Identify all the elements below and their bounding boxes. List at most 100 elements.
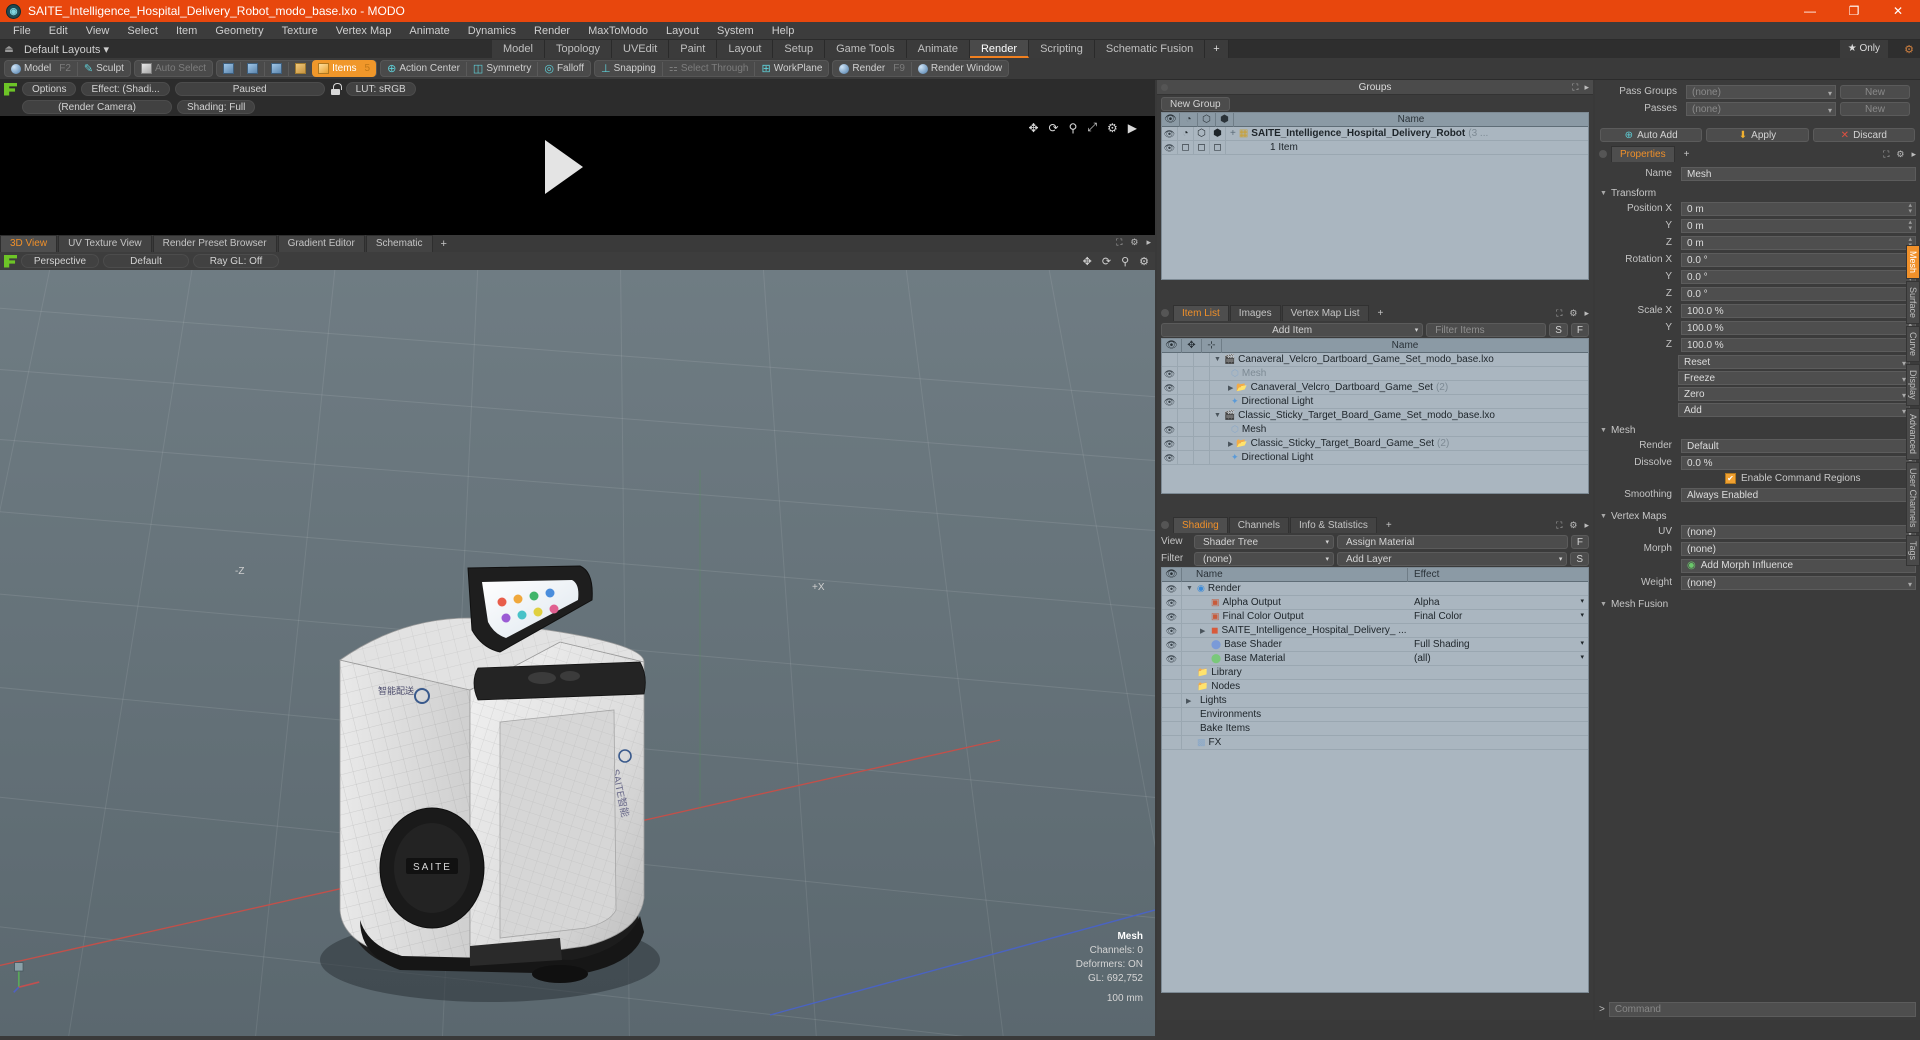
shading-row[interactable]: 👁 ▼ ◉ Render (1162, 581, 1588, 596)
panel-dot-icon[interactable] (1161, 83, 1168, 91)
shade-icon[interactable]: ⬡ (1194, 126, 1210, 141)
arrow-icon[interactable]: ▸ (1146, 237, 1151, 248)
side-tab-curve[interactable]: Curve (1906, 326, 1920, 363)
item-list-row[interactable]: 👁 ▶ 📂 Classic_Sticky_Target_Board_Game_Set(… (1162, 436, 1588, 451)
name-field[interactable]: Mesh (1681, 166, 1916, 181)
assign-material-button[interactable]: Assign Material (1337, 534, 1568, 549)
item-list-row[interactable]: 👁 ⬡ Mesh (1162, 366, 1588, 381)
panel-dot-icon[interactable] (1599, 150, 1607, 158)
falloff-button[interactable]: ◎ Falloff (538, 60, 590, 77)
timeline[interactable]: 0122436486072849610812013214415616818019… (0, 1036, 1155, 1040)
fit-icon[interactable]: ⤢ (1087, 120, 1097, 135)
mesh-dissolve-field[interactable]: 0.0 %▴▾ (1681, 455, 1916, 470)
expander-icon[interactable]: ▶ (1200, 627, 1208, 635)
enable-command-regions-row[interactable]: ✔ Enable Command Regions (1595, 471, 1920, 486)
arrow-icon[interactable]: ▸ (1911, 149, 1916, 160)
shading-row[interactable]: 👁 ⬤ Base Shader Full Shading ▾ (1162, 637, 1588, 652)
move-icon[interactable] (1178, 353, 1194, 367)
expander-icon[interactable]: ▶ (1228, 440, 1233, 448)
eye-icon[interactable] (1162, 721, 1182, 736)
menu-maxtomodo[interactable]: MaxToModo (579, 22, 657, 40)
shading-dropdown[interactable]: Shading: Full (177, 100, 256, 114)
maximize-icon[interactable]: ⛶ (1556, 308, 1562, 319)
item-list-row[interactable]: ▼ 🎬 Classic_Sticky_Target_Board_Game_Set_m… (1162, 408, 1588, 423)
menu-render[interactable]: Render (525, 22, 579, 40)
shading-row-effect[interactable]: Final Color ▾ (1408, 611, 1588, 622)
menu-vertex-map[interactable]: Vertex Map (327, 22, 401, 40)
eye-icon[interactable]: 👁 (1162, 436, 1178, 451)
eye-icon[interactable]: 👁 (1162, 609, 1182, 624)
item-list-tab-vertex-map-list[interactable]: Vertex Map List (1281, 305, 1369, 321)
arrow-icon[interactable]: ▸ (1584, 308, 1589, 319)
shading-row[interactable]: 👁 ▶ ◼ SAITE_Intelligence_Hospital_Delivery_… (1162, 623, 1588, 638)
arrow-icon[interactable]: ▶ (1128, 121, 1137, 135)
add-morph-influence-button[interactable]: ◉ Add Morph Influence (1681, 558, 1916, 573)
eye-icon[interactable]: 👁 (1162, 623, 1182, 638)
edge-mode-button[interactable] (241, 60, 264, 77)
groups-list-body[interactable]: 👁 ◔ ⬡ ⬢ + ▦ SAITE_Intelligence_Hospital_Delive… (1162, 126, 1588, 279)
axis-icon[interactable] (1194, 394, 1210, 409)
render-icon[interactable]: ◔ (1180, 112, 1198, 127)
layout-tab-uvedit[interactable]: UVEdit (612, 40, 670, 58)
select-through-button[interactable]: ⚏ Select Through (663, 60, 755, 77)
mesh-section-header[interactable]: ▼ Mesh (1595, 423, 1920, 437)
side-tab-mesh[interactable]: Mesh (1906, 245, 1920, 280)
gear-icon[interactable]: ⚙ (1569, 520, 1577, 531)
move-icon[interactable]: ✥ (1028, 121, 1038, 135)
expander-icon[interactable]: ▼ (1214, 412, 1221, 419)
transform-add-button[interactable]: Add ▾ (1678, 403, 1910, 417)
shader-tree-dropdown[interactable]: Shader Tree ▾ (1194, 534, 1334, 549)
lut-dropdown[interactable]: LUT: sRGB (345, 82, 416, 96)
transform-field[interactable]: 0 m ▴▾ (1681, 218, 1916, 233)
viewport-tab--d-view[interactable]: 3D View (0, 235, 58, 252)
layout-tab-animate[interactable]: Animate (906, 40, 970, 58)
transform-field[interactable]: 100.0 %▴▾ (1681, 303, 1916, 318)
action-center-button[interactable]: ⊕ Action Center (381, 60, 466, 77)
item-list-row[interactable]: 👁 ✦ Directional Light (1162, 450, 1588, 465)
add-viewport-tab-button[interactable]: + (434, 236, 454, 252)
pass-groups-dropdown[interactable]: (none) ▾ (1686, 84, 1836, 99)
layout-tab-topology[interactable]: Topology (544, 40, 613, 58)
shading-row[interactable]: 👁 ⬤ Base Material (all) ▾ (1162, 651, 1588, 666)
auto-add-button[interactable]: ⊕ Auto Add (1600, 128, 1703, 142)
axis-icon[interactable] (1194, 353, 1210, 367)
axis-icon[interactable] (1194, 366, 1210, 381)
shading-row[interactable]: 👁 ▣ Alpha Output Alpha ▾ (1162, 595, 1588, 610)
axis-icon[interactable] (1194, 408, 1210, 423)
perspective-dropdown[interactable]: Perspective (21, 254, 99, 268)
shading-tab-channels[interactable]: Channels (1228, 517, 1289, 533)
menu-system[interactable]: System (708, 22, 763, 40)
gear-icon[interactable]: ⚙ (1107, 121, 1118, 135)
symmetry-button[interactable]: ◫ Symmetry (467, 60, 537, 77)
layout-tab-render[interactable]: Render (969, 40, 1030, 58)
eye-icon[interactable]: 👁 (1162, 651, 1182, 666)
new-group-button[interactable]: New Group (1161, 96, 1230, 111)
layout-tab-schematic-fusion[interactable]: Schematic Fusion (1094, 40, 1206, 58)
eye-icon[interactable] (1162, 665, 1182, 680)
item-list-add-tab-button[interactable]: + (1370, 306, 1392, 321)
shading-row[interactable]: 📁 Library (1162, 665, 1588, 680)
layout-tab-paint[interactable]: Paint (669, 40, 718, 58)
apply-button[interactable]: ⬇ Apply (1706, 128, 1809, 142)
transform-field[interactable]: 0 m ▴▾ (1681, 201, 1916, 216)
panel-dot-icon[interactable] (1161, 521, 1169, 529)
gear-icon[interactable]: ⚙ (1130, 237, 1138, 248)
layout-tab-setup[interactable]: Setup (773, 40, 826, 58)
eye-icon[interactable]: 👁 (1162, 581, 1182, 596)
viewport-tab-gradient-editor[interactable]: Gradient Editor (277, 235, 365, 252)
eye-icon[interactable] (1162, 353, 1178, 367)
shading-mode-dropdown[interactable]: Default (103, 254, 189, 268)
transform-field[interactable]: 0.0 °▴▾ (1681, 252, 1916, 267)
arrow-icon[interactable]: ▸ (1584, 82, 1589, 93)
item-list-row[interactable]: ▼ 🎬 Canaveral_Velcro_Dartboard_Game_Set_mo… (1162, 353, 1588, 367)
shading-row[interactable]: Bake Items (1162, 721, 1588, 736)
expander-icon[interactable]: ▼ (1186, 585, 1194, 592)
menu-layout[interactable]: Layout (657, 22, 708, 40)
maximize-icon[interactable]: ⛶ (1556, 520, 1562, 531)
vertex-maps-section-header[interactable]: ▼ Vertex Maps (1595, 509, 1920, 523)
filter-s-button[interactable]: S (1549, 322, 1568, 337)
add-layer-s-button[interactable]: S (1570, 551, 1589, 566)
default-layouts-dropdown[interactable]: Default Layouts ▾ (18, 43, 115, 56)
eye-icon[interactable] (1162, 693, 1182, 708)
menu-item[interactable]: Item (167, 22, 206, 40)
